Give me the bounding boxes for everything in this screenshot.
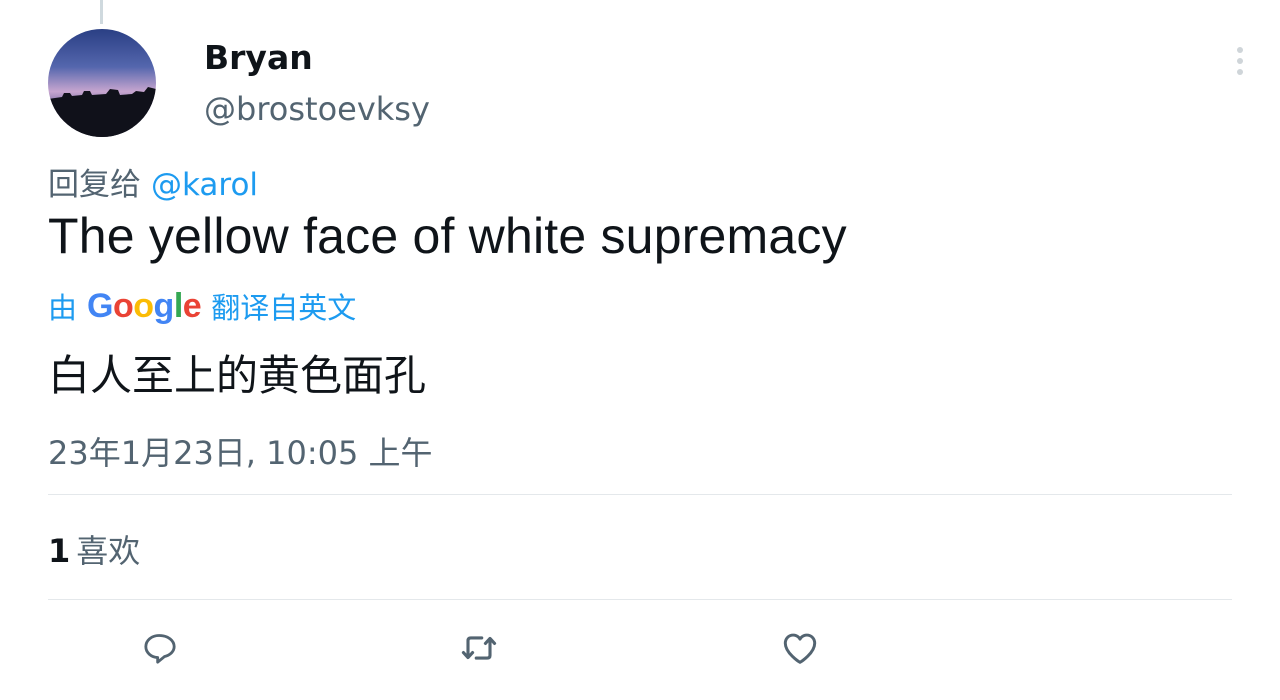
google-logo-letter: e bbox=[182, 286, 202, 325]
avatar-dusk-photo-icon bbox=[48, 29, 156, 137]
google-logo-letter: g bbox=[153, 286, 175, 325]
reply-icon bbox=[144, 634, 176, 664]
reply-button[interactable] bbox=[138, 626, 182, 670]
avatar[interactable] bbox=[48, 29, 156, 137]
replying-to: 回复给 @karol bbox=[48, 159, 258, 204]
heart-icon bbox=[783, 633, 817, 664]
more-options-icon[interactable] bbox=[1226, 44, 1254, 78]
retweet-button[interactable] bbox=[457, 626, 501, 670]
more-dot bbox=[1237, 69, 1243, 75]
google-logo-letter: l bbox=[173, 286, 183, 325]
divider bbox=[48, 599, 1232, 600]
google-logo-letter: o bbox=[133, 286, 154, 325]
translation-attribution[interactable]: 由 Google 翻译自英文 bbox=[48, 286, 356, 326]
translated-text: 白人至上的黄色面孔 bbox=[48, 351, 427, 400]
user-handle[interactable]: @brostoevksy bbox=[204, 90, 430, 128]
translated-by-label: 由 bbox=[48, 291, 78, 325]
display-name[interactable]: Bryan bbox=[204, 38, 313, 77]
reply-mention-link[interactable]: @karol bbox=[151, 167, 258, 203]
like-button[interactable] bbox=[778, 626, 822, 670]
more-dot bbox=[1237, 47, 1243, 53]
tweet-detail: Bryan @brostoevksy 回复给 @karol The yellow … bbox=[0, 0, 1280, 700]
retweet-icon bbox=[461, 636, 497, 660]
likes-stat[interactable]: 1 喜欢 bbox=[48, 526, 140, 572]
replying-to-label: 回复给 bbox=[48, 167, 141, 203]
translated-from-label: 翻译自英文 bbox=[211, 291, 357, 325]
likes-count: 1 bbox=[48, 532, 71, 570]
more-dot bbox=[1237, 58, 1243, 64]
divider bbox=[48, 494, 1232, 495]
tweet-timestamp[interactable]: 23年1月23日, 10:05 上午 bbox=[48, 428, 433, 474]
google-logo-letter: o bbox=[112, 286, 134, 325]
likes-label: 喜欢 bbox=[76, 532, 141, 570]
thread-connector-line bbox=[100, 0, 103, 24]
google-logo-letter: G bbox=[87, 286, 113, 325]
google-logo: Google bbox=[87, 286, 202, 326]
tweet-text: The yellow face of white supremacy bbox=[48, 208, 847, 264]
